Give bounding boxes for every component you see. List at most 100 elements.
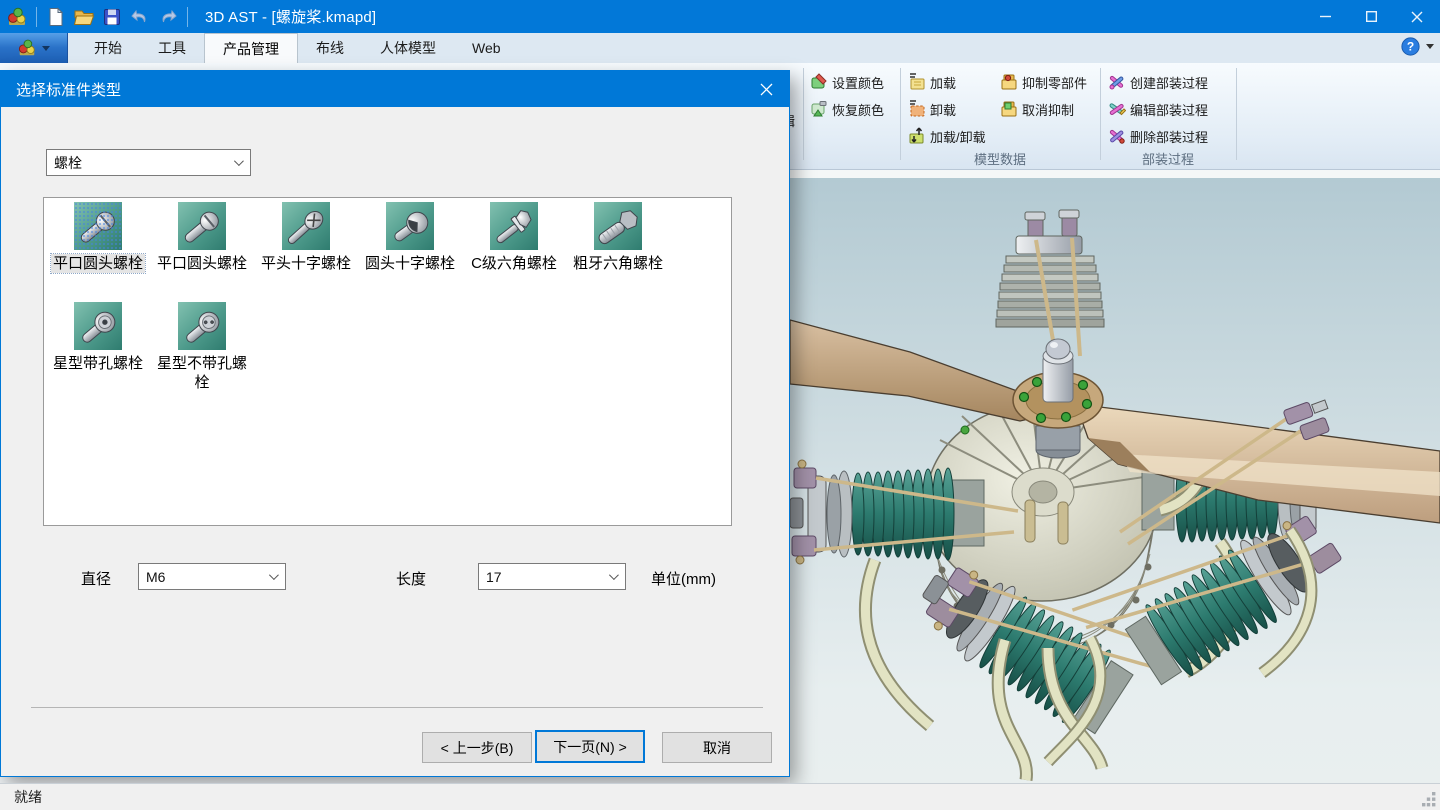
coarse-thread-hex-bolt-icon: [594, 202, 642, 250]
3d-viewport[interactable]: [790, 170, 1440, 783]
flat-cross-head-bolt-icon: [282, 202, 330, 250]
tab-start[interactable]: 开始: [76, 33, 140, 63]
tab-routing[interactable]: 布线: [298, 33, 362, 63]
new-document-button[interactable]: [44, 5, 68, 29]
load-unload-icon: [908, 127, 926, 145]
quick-access-toolbar: [0, 5, 191, 29]
create-assembly-process-label: 创建部装过程: [1130, 73, 1208, 92]
chevron-down-icon: [269, 570, 279, 580]
resize-grip[interactable]: [1422, 792, 1437, 807]
edit-assembly-process-icon: [1108, 100, 1126, 118]
edit-assembly-process-button[interactable]: 编辑部装过程: [1108, 97, 1208, 121]
load-unload-button[interactable]: 加载/卸载: [908, 124, 986, 148]
part-item[interactable]: 平口圆头螺栓: [46, 202, 150, 273]
part-item[interactable]: C级六角螺栓: [462, 202, 566, 273]
window-title: 3D AST - [螺旋桨.kmapd]: [205, 6, 376, 27]
delete-assembly-process-button[interactable]: 删除部装过程: [1108, 124, 1208, 148]
part-item[interactable]: 粗牙六角螺栓: [566, 202, 670, 273]
tab-product-management[interactable]: 产品管理: [204, 33, 298, 63]
load-button[interactable]: 加载: [908, 70, 956, 94]
svg-text:?: ?: [1407, 40, 1414, 54]
ribbon-tab-row: 开始 工具 产品管理 布线 人体模型 Web: [0, 33, 1440, 63]
app-logo-icon: [17, 38, 37, 58]
dialog-title: 选择标准件类型: [16, 79, 121, 100]
tab-tools[interactable]: 工具: [140, 33, 204, 63]
load-label: 加载: [930, 73, 956, 92]
radial-engine-model: [790, 170, 1440, 783]
part-category-dropdown[interactable]: 螺栓: [46, 149, 251, 176]
tab-human-model[interactable]: 人体模型: [362, 33, 454, 63]
cancel-button[interactable]: 取消: [662, 732, 772, 763]
group-separator: [1236, 68, 1237, 160]
unit-label: 单位(mm): [651, 568, 716, 589]
application-window: 3D AST - [螺旋桨.kmapd] 开始 工具 产品管理 布线 人体模型 …: [0, 0, 1440, 810]
length-dropdown[interactable]: 17: [478, 563, 626, 590]
maximize-button[interactable]: [1348, 0, 1394, 33]
restore-color-icon: [810, 100, 828, 118]
part-item-label: C级六角螺栓: [469, 254, 559, 273]
length-value: 17: [486, 569, 502, 585]
part-item-label: 平头十字螺栓: [259, 254, 353, 273]
back-button[interactable]: < 上一步(B): [422, 732, 532, 763]
toolbar-separator: [36, 7, 37, 27]
load-unload-label: 加载/卸载: [930, 127, 986, 146]
edit-assembly-process-label: 编辑部装过程: [1130, 100, 1208, 119]
part-item-label: 星型带孔螺栓: [51, 354, 145, 373]
select-standard-part-dialog: 选择标准件类型 螺栓 平口圆头螺栓 平口圆头螺栓 平头十字螺栓: [0, 70, 790, 777]
title-bar: 3D AST - [螺旋桨.kmapd]: [0, 0, 1440, 33]
status-text: 就绪: [14, 787, 42, 807]
open-file-button[interactable]: [72, 5, 96, 29]
help-button[interactable]: ?: [1401, 37, 1420, 56]
star-head-bolt-without-hole-icon: [178, 302, 226, 350]
round-cross-head-bolt-icon: [386, 202, 434, 250]
part-type-panel: 平口圆头螺栓 平口圆头螺栓 平头十字螺栓 圆头十字螺栓 C级六角螺栓 粗牙六角螺…: [43, 197, 732, 526]
suppress-parts-icon: [1000, 73, 1018, 91]
cancel-suppress-icon: [1000, 100, 1018, 118]
part-item[interactable]: 星型不带孔螺栓: [150, 302, 254, 392]
dialog-separator: [31, 707, 763, 708]
create-assembly-process-button[interactable]: 创建部装过程: [1108, 70, 1208, 94]
chevron-down-icon: [234, 156, 244, 166]
diameter-dropdown[interactable]: M6: [138, 563, 286, 590]
next-button[interactable]: 下一页(N) >: [535, 730, 645, 763]
minimize-button[interactable]: [1302, 0, 1348, 33]
suppress-parts-button[interactable]: 抑制零部件: [1000, 70, 1087, 94]
help-dropdown-icon[interactable]: [1426, 44, 1434, 49]
star-head-bolt-with-hole-icon: [74, 302, 122, 350]
part-item[interactable]: 星型带孔螺栓: [46, 302, 150, 373]
cancel-suppress-button[interactable]: 取消抑制: [1000, 97, 1074, 121]
redo-button[interactable]: [156, 5, 180, 29]
dialog-close-button[interactable]: [751, 76, 781, 102]
unload-button[interactable]: 卸载: [908, 97, 956, 121]
save-button[interactable]: [100, 5, 124, 29]
close-button[interactable]: [1394, 0, 1440, 33]
set-color-button[interactable]: 设置颜色: [810, 70, 884, 94]
app-logo-icon: [5, 5, 29, 29]
set-color-icon: [810, 73, 828, 91]
part-item-label: 圆头十字螺栓: [363, 254, 457, 273]
model-data-group-label: 模型数据: [903, 149, 1097, 168]
diameter-value: M6: [146, 569, 165, 585]
tab-web[interactable]: Web: [454, 33, 519, 63]
dialog-title-bar[interactable]: 选择标准件类型: [1, 71, 789, 107]
part-item-label: 粗牙六角螺栓: [571, 254, 665, 273]
flat-slot-round-head-bolt-icon: [178, 202, 226, 250]
cancel-suppress-label: 取消抑制: [1022, 100, 1074, 119]
part-item[interactable]: 平头十字螺栓: [254, 202, 358, 273]
load-icon: [908, 73, 926, 91]
suppress-parts-label: 抑制零部件: [1022, 73, 1087, 92]
length-label: 长度: [396, 568, 426, 589]
application-menu-button[interactable]: [0, 33, 68, 63]
undo-button[interactable]: [128, 5, 152, 29]
delete-assembly-process-label: 删除部装过程: [1130, 127, 1208, 146]
part-item[interactable]: 平口圆头螺栓: [150, 202, 254, 273]
restore-color-button[interactable]: 恢复颜色: [810, 97, 884, 121]
group-separator: [803, 68, 804, 160]
status-bar: 就绪: [0, 783, 1440, 810]
assembly-process-group-label: 部装过程: [1103, 149, 1233, 168]
create-assembly-process-icon: [1108, 73, 1126, 91]
part-item-label: 平口圆头螺栓: [51, 254, 145, 273]
part-item[interactable]: 圆头十字螺栓: [358, 202, 462, 273]
diameter-label: 直径: [81, 568, 111, 589]
set-color-label: 设置颜色: [832, 73, 884, 92]
